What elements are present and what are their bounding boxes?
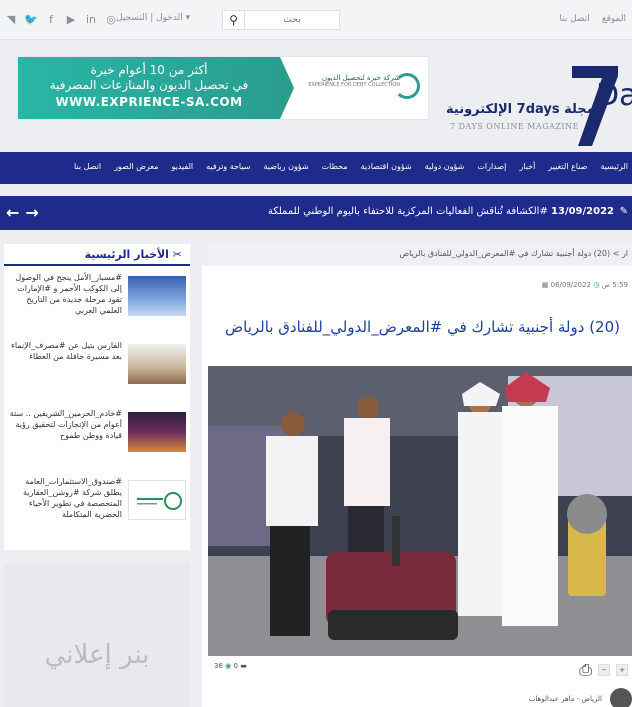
- search-input[interactable]: [244, 10, 340, 30]
- sidebar-title-text: الأخبار الرئيسية: [84, 248, 169, 261]
- eye-icon: ◉: [225, 662, 232, 670]
- news-caption: #خادم_الحرمين_الشريفين .. ستة أعوام من ا…: [9, 409, 122, 440]
- main-navigation: الرئيسية صناع التغيير أخبار إصدارات شؤون دول…: [0, 152, 632, 184]
- nav-item[interactable]: إصدارات: [477, 162, 506, 171]
- logo-english-name: 7 DAYS ONLINE MAGAZINE: [450, 122, 579, 131]
- ticker-date: 13/09/2022: [551, 206, 614, 217]
- list-item[interactable]: الفارس بتيل عن #مصرف_الإنماء بعد مسيرة ح…: [8, 340, 186, 402]
- ad-slogan: أكثر من 10 أعوام خبرة في تحصيل الديون وا…: [18, 57, 280, 119]
- list-item[interactable]: #صندوق_الاستثمارات_العامة يطلق شركة #روش…: [8, 476, 186, 538]
- exhibition-photo: [208, 366, 632, 656]
- news-thumbnail: [128, 276, 186, 316]
- search-icon: ⚲: [229, 13, 238, 27]
- linkedin-icon[interactable]: in: [84, 13, 98, 27]
- logo-day-text: Day: [596, 78, 632, 113]
- social-links: ◥ 🐦 f ▶ in ◎: [4, 13, 118, 27]
- nav-item[interactable]: صناع التغيير: [548, 162, 587, 171]
- top-link-contact[interactable]: اتصل بنا: [559, 14, 589, 24]
- nav-item[interactable]: اتصل بنا: [74, 162, 101, 171]
- search-button[interactable]: ⚲: [222, 10, 244, 30]
- twitter-icon[interactable]: 🐦: [24, 13, 38, 27]
- article-date: 06/09/2022: [550, 281, 591, 289]
- article: ار > (20) دولة أجنبية تشارك في #المعرض_ا…: [202, 244, 632, 707]
- print-icon[interactable]: ⎙: [579, 660, 592, 680]
- login-register-link[interactable]: ▾ الدخول | التسجيل: [116, 13, 190, 23]
- ticker-prev-icon[interactable]: ←: [6, 203, 25, 222]
- top-links: الموقع اتصل بنا: [559, 14, 626, 24]
- sidebar-header: ✂ الأخبار الرئيسية: [4, 244, 190, 266]
- ad-arrow-shape: [280, 57, 294, 119]
- article-stats: 36 ◉ 0 ▬: [214, 662, 247, 670]
- nav-item[interactable]: الفيديو: [171, 162, 193, 171]
- comments-count: 0: [233, 662, 238, 670]
- nav-item[interactable]: شؤون اقتصادية: [361, 162, 412, 171]
- news-caption: #مسبار_الأمل ينجح في الوصول إلى الكوكب ا…: [15, 273, 122, 315]
- breadcrumb: ار > (20) دولة أجنبية تشارك في #المعرض_ا…: [202, 244, 632, 266]
- news-caption: #صندوق_الاستثمارات_العامة يطلق شركة #روش…: [22, 477, 122, 519]
- comment-icon: ▬: [240, 662, 247, 670]
- ad-banner-label: بنر إعلاني: [44, 640, 150, 670]
- news-thumbnail: [128, 412, 186, 452]
- header-ad-banner[interactable]: أكثر من 10 أعوام خبرة في تحصيل الديون وا…: [18, 57, 428, 119]
- nav-item[interactable]: محطات: [322, 162, 348, 171]
- font-decrease-button[interactable]: −: [598, 664, 610, 676]
- sidebar-ad-banner[interactable]: بنر إعلاني: [4, 564, 190, 707]
- calendar-icon: ▦: [541, 281, 549, 289]
- ticker-headline: #الكشافة تُناقش الفعاليات المركزية للاحت…: [267, 206, 548, 217]
- nav-item[interactable]: الرئيسية: [600, 162, 628, 171]
- news-caption: الفارس بتيل عن #مصرف_الإنماء بعد مسيرة ح…: [11, 341, 122, 361]
- share-tools: ⎙ − +: [579, 660, 628, 680]
- article-author: الرياض - ماهر عبدالوهاب: [528, 695, 602, 703]
- youtube-icon[interactable]: ▶: [64, 13, 78, 27]
- list-item[interactable]: #مسبار_الأمل ينجح في الوصول إلى الكوكب ا…: [8, 272, 186, 334]
- nav-item[interactable]: شؤون رياضية: [264, 162, 309, 171]
- sidebar-news-list: #مسبار_الأمل ينجح في الوصول إلى الكوكب ا…: [4, 266, 190, 550]
- ad-url: WWW.EXPRIENCE-SA.COM: [55, 95, 243, 109]
- ad-line-1: أكثر من 10 أعوام خبرة: [90, 63, 208, 77]
- nav-item[interactable]: معرض الصور: [114, 162, 158, 171]
- article-meta: 5:59 ص ◷ 06/09/2022 ▦: [542, 281, 628, 289]
- site-logo[interactable]: Day مجلة 7days الإلكترونية 7 DAYS ONLINE…: [446, 62, 632, 146]
- article-time: 5:59 ص: [601, 281, 628, 289]
- company-logo-icon: [394, 73, 420, 99]
- nav-item[interactable]: شؤون دولية: [425, 162, 465, 171]
- ad-line-2: في تحصيل الديون والمنازعات المصرفية: [49, 78, 249, 92]
- pif-logo-icon: [137, 492, 182, 510]
- avatar: [610, 688, 632, 707]
- article-title: (20) دولة أجنبية تشارك في #المعرض_الدولي…: [225, 318, 620, 336]
- sidebar: ✂ الأخبار الرئيسية #مسبار_الأمل ينجح في …: [4, 244, 190, 707]
- clock-icon: ◷: [593, 281, 600, 289]
- article-image[interactable]: [208, 366, 632, 656]
- rss-icon[interactable]: ◥: [4, 13, 18, 27]
- news-thumbnail: [128, 344, 186, 384]
- top-link-site[interactable]: الموقع: [602, 14, 626, 24]
- ticker-next-icon[interactable]: →: [25, 203, 44, 222]
- ticker-item[interactable]: 13/09/2022 #الكشافة تُناقش الفعاليات الم…: [268, 206, 614, 217]
- top-bar: ◥🐦f▶in◎ ▾ الدخول | التسجيل ⚲ الموقع اتصل…: [0, 0, 632, 40]
- nav-item[interactable]: أخبار: [519, 162, 535, 171]
- font-increase-button[interactable]: +: [616, 664, 628, 676]
- logo-arabic-name: مجلة 7days الإلكترونية: [446, 102, 595, 117]
- ticker-arrows: ←→: [6, 203, 45, 222]
- nav-item[interactable]: سياحة وترفيه: [206, 162, 250, 171]
- views-count: 36: [214, 662, 223, 670]
- news-thumbnail: [128, 480, 186, 520]
- facebook-icon[interactable]: f: [44, 13, 58, 27]
- nav-items: الرئيسية صناع التغيير أخبار إصدارات شؤون دول…: [74, 162, 628, 171]
- list-item[interactable]: #خادم_الحرمين_الشريفين .. ستة أعوام من ا…: [8, 408, 186, 470]
- breadcrumb-text[interactable]: ار > (20) دولة أجنبية تشارك في #المعرض_ا…: [399, 249, 628, 258]
- pin-icon: ✎: [619, 206, 628, 217]
- ad-company-en: EXPERIENCE FOR DEBT COLLECTION: [308, 82, 400, 88]
- news-ticker: ←→ 13/09/2022 #الكشافة تُناقش الفعاليات …: [0, 196, 632, 230]
- ad-company: شركة خبرة لتحصيل الديون EXPERIENCE FOR D…: [300, 74, 400, 88]
- sidebar-title: ✂ الأخبار الرئيسية: [84, 248, 182, 261]
- ad-company-ar: شركة خبرة لتحصيل الديون: [321, 74, 400, 82]
